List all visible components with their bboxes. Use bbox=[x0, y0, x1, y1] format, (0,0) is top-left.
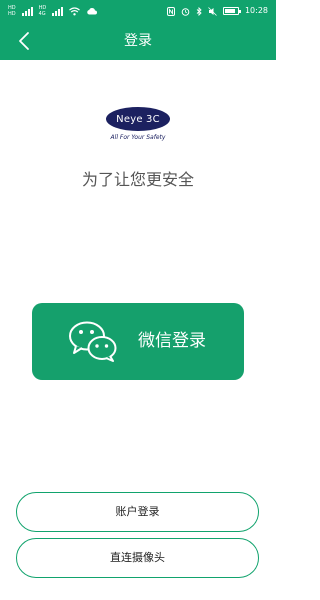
account-login-button[interactable]: 账户登录 bbox=[16, 492, 259, 532]
app-screen: HD HD HD 4G 10:28 登录 Neye 3C All For You… bbox=[0, 0, 276, 600]
hd-icon: HD HD bbox=[8, 5, 16, 17]
wifi-icon bbox=[69, 6, 81, 15]
signal-icon bbox=[21, 6, 33, 16]
back-button[interactable] bbox=[10, 26, 38, 56]
cloud-icon bbox=[87, 7, 98, 15]
wechat-login-label: 微信登录 bbox=[138, 331, 206, 351]
logo-tagline: All For Your Safety bbox=[110, 134, 166, 141]
signal-icon bbox=[52, 6, 64, 16]
logo-brand-name: Neye 3C bbox=[116, 113, 160, 125]
status-left: HD HD HD 4G bbox=[8, 0, 98, 22]
mute-icon bbox=[208, 6, 217, 16]
app-header: 登录 bbox=[0, 22, 276, 60]
logo-badge: Neye 3C bbox=[106, 107, 170, 131]
status-time: 10:28 bbox=[244, 6, 268, 15]
page-title: 登录 bbox=[124, 33, 152, 49]
wechat-icon bbox=[69, 321, 117, 362]
nfc-icon bbox=[166, 6, 175, 16]
brand-logo: Neye 3C All For Your Safety bbox=[106, 107, 170, 145]
page-subtitle: 为了让您更安全 bbox=[81, 170, 194, 189]
alarm-icon bbox=[181, 7, 190, 16]
wechat-login-button[interactable]: 微信登录 bbox=[32, 303, 244, 380]
status-right: 10:28 bbox=[166, 0, 268, 22]
battery-icon bbox=[222, 7, 241, 15]
hd-icon: HD 4G bbox=[38, 5, 47, 17]
chevron-left-icon bbox=[19, 32, 29, 50]
direct-camera-button[interactable]: 直连摄像头 bbox=[16, 538, 259, 578]
bluetooth-icon bbox=[196, 6, 202, 16]
status-bar: HD HD HD 4G 10:28 bbox=[0, 0, 276, 22]
